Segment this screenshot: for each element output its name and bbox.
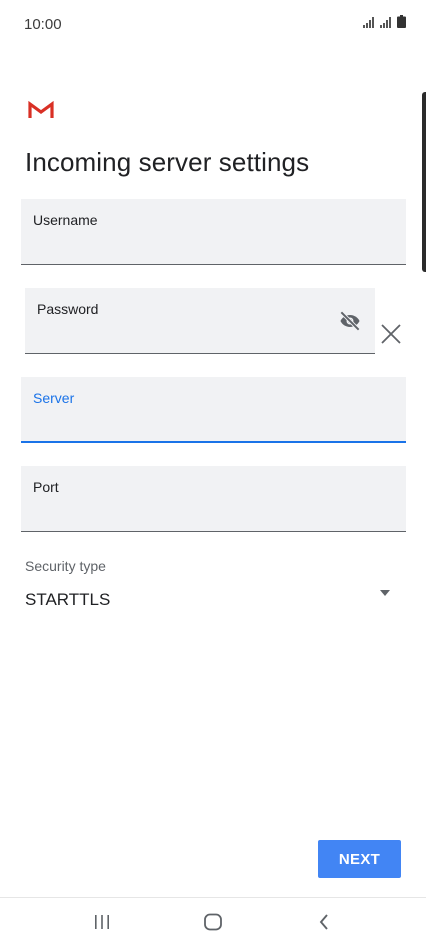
signal-icon — [380, 17, 391, 28]
username-field[interactable]: Username — [21, 199, 406, 265]
close-icon[interactable] — [379, 322, 403, 346]
security-type-value[interactable]: STARTTLS — [25, 590, 110, 610]
navigation-bar — [0, 897, 426, 946]
home-icon — [204, 913, 222, 931]
next-button[interactable]: NEXT — [318, 840, 401, 878]
server-input[interactable] — [33, 411, 394, 433]
username-input[interactable] — [33, 234, 394, 256]
recent-apps-button[interactable] — [72, 898, 132, 946]
dropdown-arrow-icon[interactable] — [379, 589, 391, 597]
status-bar: 10:00 — [0, 0, 426, 48]
recent-apps-icon — [95, 915, 109, 929]
password-input[interactable] — [37, 323, 329, 345]
page-title: Incoming server settings — [25, 147, 310, 177]
eye-off-icon[interactable] — [337, 308, 363, 334]
password-label: Password — [37, 301, 99, 317]
back-button[interactable] — [294, 898, 354, 946]
status-icons — [363, 15, 406, 28]
home-button[interactable] — [183, 898, 243, 946]
port-label: Port — [33, 479, 59, 495]
username-label: Username — [33, 212, 98, 228]
edge-panel-handle[interactable] — [422, 92, 426, 272]
server-label: Server — [33, 390, 75, 406]
security-type-label: Security type — [25, 558, 106, 574]
battery-icon — [397, 15, 406, 28]
password-field[interactable]: Password — [25, 288, 375, 354]
port-input[interactable] — [33, 501, 394, 523]
port-field[interactable]: Port — [21, 466, 406, 532]
status-time: 10:00 — [24, 16, 62, 33]
signal-icon — [363, 17, 374, 28]
back-icon — [319, 914, 328, 930]
gmail-logo-icon — [28, 100, 54, 118]
server-field[interactable]: Server — [21, 377, 406, 443]
